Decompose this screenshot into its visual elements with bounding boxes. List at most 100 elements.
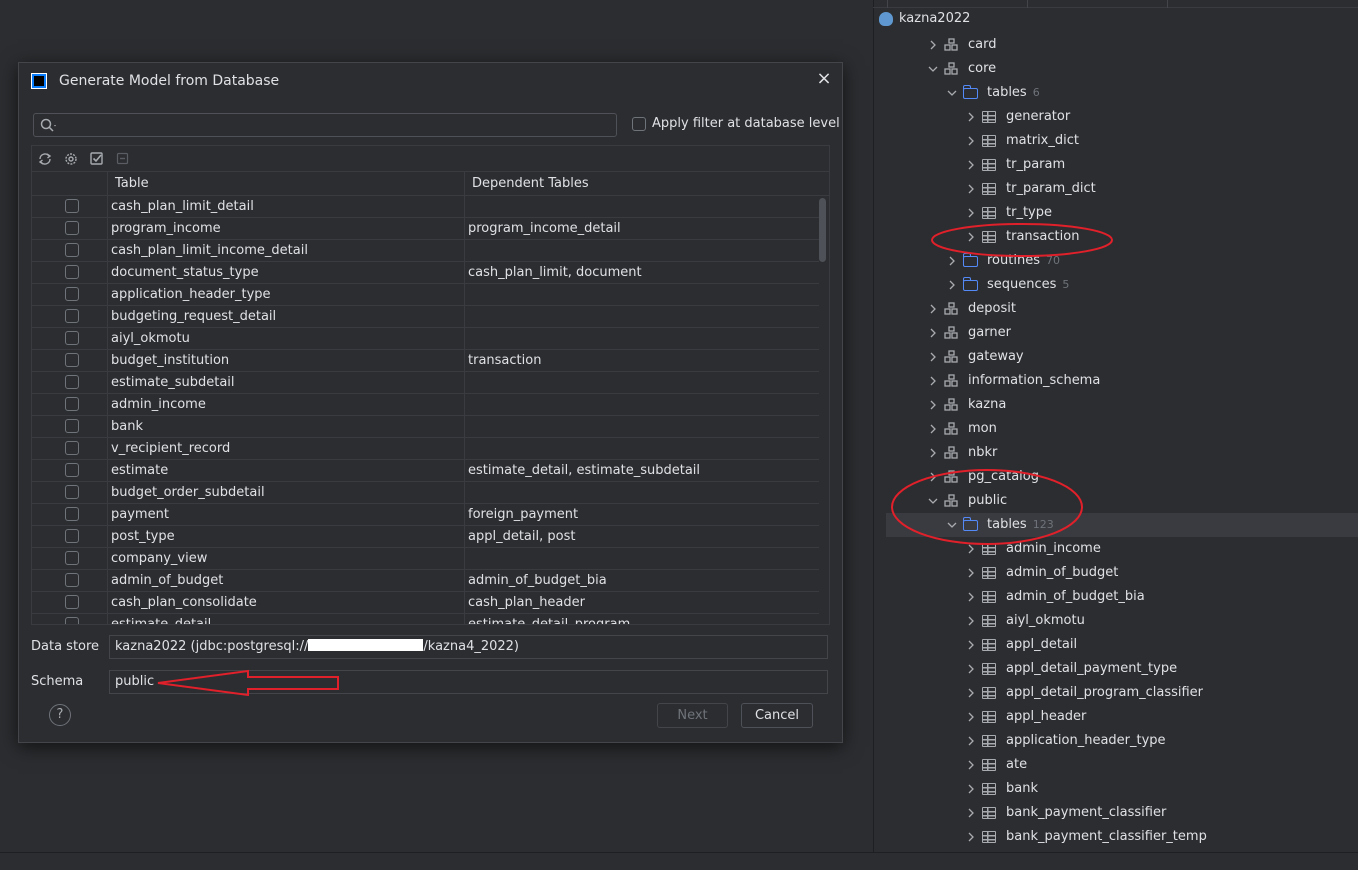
chevron-right-icon[interactable]	[964, 705, 978, 729]
tree-item-table[interactable]: tr_type	[874, 201, 1358, 225]
table-row[interactable]: estimate estimate_detail, estimate_subdet…	[32, 460, 819, 482]
row-checkbox[interactable]	[65, 265, 79, 279]
chevron-right-icon[interactable]	[964, 153, 978, 177]
data-store-field[interactable]: kazna2022 (jdbc:postgresql:// /kazna4_202…	[109, 635, 828, 659]
chevron-right-icon[interactable]	[964, 825, 978, 849]
table-row[interactable]: budget_institution transaction	[32, 350, 819, 372]
table-row[interactable]: estimate_subdetail	[32, 372, 819, 394]
tree-item-schema[interactable]: mon	[874, 417, 1358, 441]
table-row[interactable]: bank	[32, 416, 819, 438]
close-icon[interactable]: ×	[816, 70, 832, 88]
row-checkbox[interactable]	[65, 529, 79, 543]
tree-item-schema[interactable]: nbkr	[874, 441, 1358, 465]
chevron-right-icon[interactable]	[964, 129, 978, 153]
tree-item-table[interactable]: appl_detail	[874, 633, 1358, 657]
chevron-right-icon[interactable]	[926, 417, 940, 441]
row-checkbox[interactable]	[65, 353, 79, 367]
chevron-right-icon[interactable]	[964, 177, 978, 201]
tree-item-table[interactable]: admin_income	[874, 537, 1358, 561]
chevron-right-icon[interactable]	[964, 201, 978, 225]
table-row[interactable]: document_status_type cash_plan_limit, doc…	[32, 262, 819, 284]
row-checkbox[interactable]	[65, 573, 79, 587]
tree-item-table[interactable]: application_header_type	[874, 729, 1358, 753]
chevron-down-icon[interactable]	[945, 81, 959, 105]
table-row[interactable]: admin_of_budget admin_of_budget_bia	[32, 570, 819, 592]
table-row[interactable]: company_view	[32, 548, 819, 570]
tree-item-table[interactable]: bank_payment_classifier_temp	[874, 825, 1358, 849]
chevron-right-icon[interactable]	[926, 369, 940, 393]
row-checkbox[interactable]	[65, 419, 79, 433]
chevron-right-icon[interactable]	[964, 633, 978, 657]
row-checkbox[interactable]	[65, 485, 79, 499]
tree-item-schema[interactable]: deposit	[874, 297, 1358, 321]
chevron-right-icon[interactable]	[945, 249, 959, 273]
column-header-dependent[interactable]: Dependent Tables	[472, 172, 589, 196]
table-row[interactable]: application_header_type	[32, 284, 819, 306]
schema-field[interactable]: public	[109, 670, 828, 694]
tree-item-table[interactable]: generator	[874, 105, 1358, 129]
refresh-icon[interactable]	[37, 151, 53, 167]
table-row[interactable]: cash_plan_limit_income_detail	[32, 240, 819, 262]
chevron-right-icon[interactable]	[964, 105, 978, 129]
tree-item-folder[interactable]: tables 123	[886, 513, 1358, 537]
row-checkbox[interactable]	[65, 463, 79, 477]
tree-item-table[interactable]: transaction	[874, 225, 1358, 249]
chevron-right-icon[interactable]	[964, 585, 978, 609]
tree-item-table[interactable]: appl_detail_program_classifier	[874, 681, 1358, 705]
next-button[interactable]: Next	[657, 703, 728, 728]
tree-item-table[interactable]: admin_of_budget	[874, 561, 1358, 585]
chevron-down-icon[interactable]	[926, 57, 940, 81]
tree-item-table[interactable]: bank	[874, 777, 1358, 801]
table-row[interactable]: budget_order_subdetail	[32, 482, 819, 504]
chevron-right-icon[interactable]	[964, 777, 978, 801]
row-checkbox[interactable]	[65, 243, 79, 257]
table-row[interactable]: post_type appl_detail, post	[32, 526, 819, 548]
chevron-right-icon[interactable]	[926, 345, 940, 369]
tree-item-schema[interactable]: core	[874, 57, 1358, 81]
search-input[interactable]	[64, 116, 604, 134]
cancel-button[interactable]: Cancel	[741, 703, 813, 728]
row-checkbox[interactable]	[65, 199, 79, 213]
chevron-right-icon[interactable]	[964, 657, 978, 681]
chevron-right-icon[interactable]	[926, 393, 940, 417]
tree-item-table[interactable]: ate	[874, 753, 1358, 777]
row-checkbox[interactable]	[65, 221, 79, 235]
tree-item-schema[interactable]: kazna	[874, 393, 1358, 417]
chevron-right-icon[interactable]	[945, 273, 959, 297]
tree-root[interactable]: kazna2022	[874, 7, 1358, 31]
row-checkbox[interactable]	[65, 375, 79, 389]
tree-item-table[interactable]: tr_param_dict	[874, 177, 1358, 201]
chevron-down-icon[interactable]	[945, 513, 959, 537]
chevron-right-icon[interactable]	[964, 753, 978, 777]
tree-item-table[interactable]: admin_of_budget_bia	[874, 585, 1358, 609]
row-checkbox[interactable]	[65, 309, 79, 323]
column-header-table[interactable]: Table	[115, 172, 149, 196]
table-row[interactable]: estimate_detail estimate_detail_program	[32, 614, 819, 624]
chevron-right-icon[interactable]	[926, 33, 940, 57]
tree-item-table[interactable]: aiyl_okmotu	[874, 609, 1358, 633]
tree-item-schema[interactable]: card	[874, 33, 1358, 57]
table-row[interactable]: aiyl_okmotu	[32, 328, 819, 350]
tree-item-schema[interactable]: gateway	[874, 345, 1358, 369]
row-checkbox[interactable]	[65, 595, 79, 609]
tree-item-table[interactable]: bank_payment_classifier	[874, 801, 1358, 825]
chevron-right-icon[interactable]	[926, 321, 940, 345]
row-checkbox[interactable]	[65, 507, 79, 521]
select-all-icon[interactable]	[89, 151, 105, 167]
chevron-right-icon[interactable]	[964, 801, 978, 825]
tree-item-table[interactable]: matrix_dict	[874, 129, 1358, 153]
chevron-right-icon[interactable]	[926, 441, 940, 465]
help-button[interactable]: ?	[49, 704, 71, 726]
tree-item-table[interactable]: tr_param	[874, 153, 1358, 177]
table-row[interactable]: cash_plan_limit_detail	[32, 196, 819, 218]
row-checkbox[interactable]	[65, 617, 79, 624]
table-row[interactable]: program_income program_income_detail	[32, 218, 819, 240]
tree-item-table[interactable]: appl_header	[874, 705, 1358, 729]
chevron-right-icon[interactable]	[964, 609, 978, 633]
row-checkbox[interactable]	[65, 551, 79, 565]
filter-checkbox[interactable]	[632, 117, 646, 131]
tree-item-schema[interactable]: pg_catalog	[874, 465, 1358, 489]
chevron-right-icon[interactable]	[926, 465, 940, 489]
row-checkbox[interactable]	[65, 331, 79, 345]
chevron-right-icon[interactable]	[964, 561, 978, 585]
